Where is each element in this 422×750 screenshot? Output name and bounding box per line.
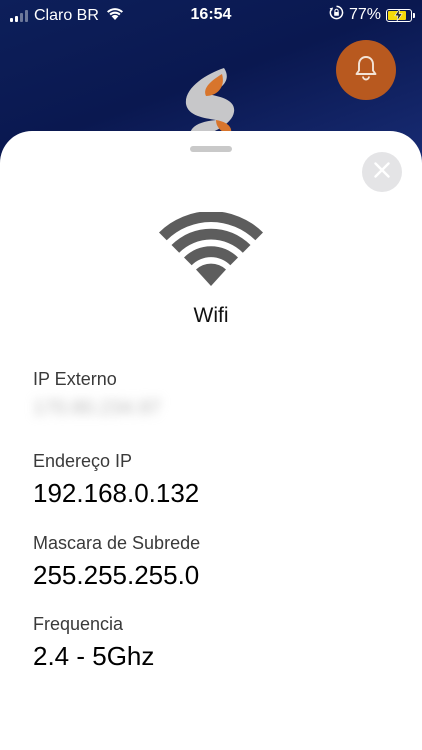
bell-icon bbox=[351, 53, 381, 88]
status-bar: Claro BR 16:54 77% bbox=[0, 0, 422, 30]
subnet-mask-label: Mascara de Subrede bbox=[33, 533, 201, 553]
status-right: 77% bbox=[329, 5, 415, 25]
external-ip-label: IP Externo bbox=[33, 369, 117, 389]
orientation-lock-icon bbox=[329, 5, 344, 25]
sheet-grabber[interactable] bbox=[190, 146, 232, 152]
ip-address-value: 192.168.0.132 bbox=[33, 478, 200, 508]
screen: Claro BR 16:54 77% Wifi IP Externo 170.8… bbox=[0, 0, 422, 750]
notifications-button[interactable] bbox=[336, 40, 396, 100]
wifi-info-sheet: Wifi IP Externo 170.80.234.97 Endereço I… bbox=[0, 131, 422, 750]
frequency-label: Frequencia bbox=[33, 614, 124, 634]
frequency-field: Frequencia 2.4 - 5Ghz bbox=[33, 613, 154, 672]
subnet-mask-value: 255.255.255.0 bbox=[33, 560, 200, 590]
frequency-value: 2.4 - 5Ghz bbox=[33, 641, 155, 671]
external-ip-value: 170.80.234.97 bbox=[33, 397, 161, 419]
ip-address-field: Endereço IP 192.168.0.132 bbox=[33, 450, 199, 509]
ip-address-label: Endereço IP bbox=[33, 451, 133, 471]
close-button[interactable] bbox=[362, 152, 402, 192]
battery-percent: 77% bbox=[348, 6, 381, 23]
sheet-title: Wifi bbox=[193, 304, 229, 327]
battery-charging-icon bbox=[386, 8, 415, 22]
subnet-mask-field: Mascara de Subrede 255.255.255.0 bbox=[33, 532, 200, 591]
wifi-icon bbox=[158, 211, 264, 293]
close-icon bbox=[372, 160, 392, 185]
external-ip-field: IP Externo 170.80.234.97 bbox=[33, 368, 161, 422]
